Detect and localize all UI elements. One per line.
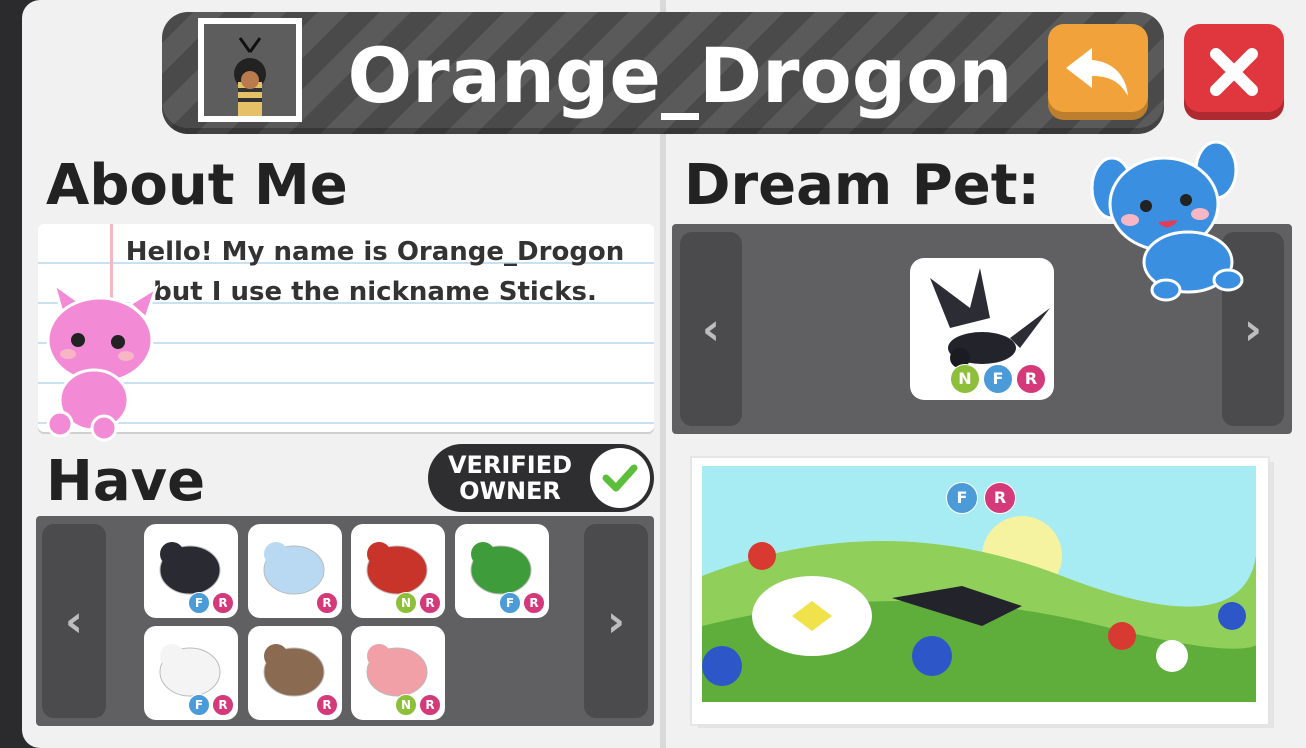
close-button[interactable] — [1184, 24, 1284, 120]
have-heading: Have — [46, 449, 206, 514]
badge-r-icon: R — [1016, 364, 1046, 394]
pet-badges: R — [316, 592, 338, 614]
pet-badges: FR — [499, 592, 545, 614]
inventory-pet-card[interactable]: NR — [351, 626, 445, 720]
about-line-1: Hello! My name is Orange_Drogon — [125, 237, 625, 267]
badge-f-icon: F — [499, 592, 521, 614]
about-line-2: but I use the nickname Sticks. — [153, 277, 597, 307]
inventory-panel — [36, 516, 654, 726]
about-heading: About Me — [46, 153, 348, 218]
inventory-pet-card[interactable]: FR — [144, 626, 238, 720]
back-button[interactable] — [1048, 24, 1148, 120]
dream-prev-button[interactable]: ‹ — [680, 232, 742, 426]
inventory-prev-button[interactable]: ‹ — [42, 524, 106, 718]
badge-r-icon: R — [212, 592, 234, 614]
badge-r-icon: R — [212, 694, 234, 716]
pet-badges: R — [316, 694, 338, 716]
inventory-pet-card[interactable]: FR — [455, 524, 549, 618]
badge-r-icon: R — [419, 694, 441, 716]
inventory-pet-card[interactable]: R — [248, 524, 342, 618]
badge-r-icon: R — [316, 592, 338, 614]
about-text: Hello! My name is Orange_Drogon but I us… — [110, 232, 640, 312]
profile-username: Orange_Drogon — [347, 31, 1013, 120]
dream-pet-badges: NFR — [950, 364, 1046, 394]
badge-n-icon: N — [395, 694, 417, 716]
pet-badges: NR — [395, 592, 441, 614]
chevron-right-icon: › — [1243, 303, 1263, 355]
pet-badges: FR — [188, 694, 234, 716]
avatar-icon — [204, 24, 296, 116]
inventory-pet-card[interactable]: FR — [144, 524, 238, 618]
inventory-pet-card[interactable]: R — [248, 626, 342, 720]
pink-cat-sticker-icon — [46, 282, 159, 442]
verified-check-icon — [590, 448, 650, 508]
chevron-left-icon: ‹ — [701, 303, 721, 355]
dream-pet-heading: Dream Pet: — [684, 153, 1040, 218]
inventory-pet-card[interactable]: NR — [351, 524, 445, 618]
badge-f-icon: F — [946, 482, 978, 514]
badge-r-icon: R — [316, 694, 338, 716]
back-arrow-icon — [1066, 48, 1128, 96]
badge-f-icon: F — [188, 694, 210, 716]
player-avatar — [198, 18, 302, 122]
inventory-next-button[interactable]: › — [584, 524, 648, 718]
badge-n-icon: N — [395, 592, 417, 614]
verified-label-line-1: VERIFIED — [447, 451, 573, 479]
badge-r-icon: R — [523, 592, 545, 614]
pet-badges: FR — [188, 592, 234, 614]
dream-pet-card[interactable]: NFR — [910, 258, 1054, 400]
close-x-icon — [1210, 48, 1258, 96]
verified-label-line-2: OWNER — [459, 477, 561, 505]
badge-f-icon: F — [983, 364, 1013, 394]
badge-n-icon: N — [950, 364, 980, 394]
chevron-left-icon: ‹ — [64, 595, 84, 647]
badge-r-icon: R — [419, 592, 441, 614]
showcase-badges: FR — [946, 482, 1016, 514]
blue-dog-sticker-icon — [1090, 140, 1244, 302]
verified-owner-label: VERIFIED OWNER — [440, 452, 580, 504]
badge-f-icon: F — [188, 592, 210, 614]
badge-r-icon: R — [984, 482, 1016, 514]
pet-badges: NR — [395, 694, 441, 716]
chevron-right-icon: › — [606, 595, 626, 647]
